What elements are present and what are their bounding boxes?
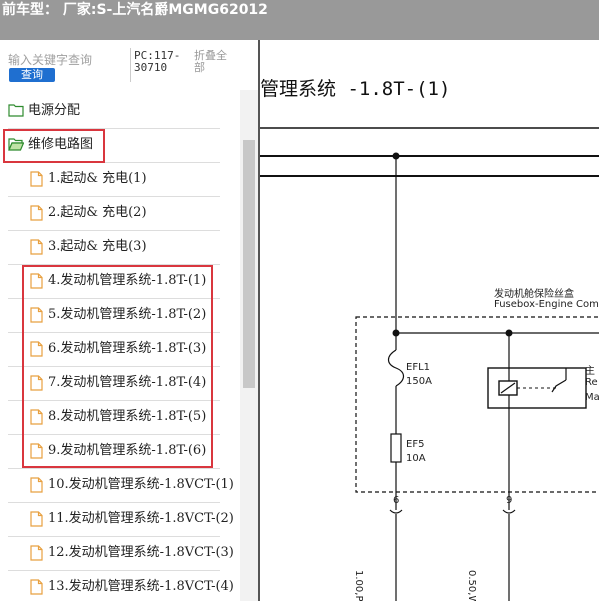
file-icon — [30, 443, 43, 463]
fusebox-title-cn: 发动机舱保险丝盒 — [494, 289, 574, 300]
file-icon — [30, 545, 43, 565]
scrollbar-thumb[interactable] — [243, 140, 255, 388]
tree-file-label: 6.发动机管理系统-1.8T-(3) — [48, 341, 207, 356]
tree-file-item[interactable]: 12.发动机管理系统-1.8VCT-(3) — [30, 536, 234, 570]
pin-left: 6 — [393, 495, 400, 506]
fuse-efl1-symbol — [387, 349, 405, 387]
tree-file-item[interactable]: 8.发动机管理系统-1.8T-(5) — [30, 400, 230, 434]
fusebox-title-en: Fusebox-Engine Com — [494, 299, 599, 310]
search-button[interactable]: 查询 — [9, 68, 55, 82]
circuit-diagram — [260, 127, 599, 601]
wire-right-label: 0.50,WK — [466, 570, 477, 601]
tree-folder-repair-circuit[interactable]: 维修电路图 — [8, 128, 220, 162]
connector-right — [502, 509, 516, 514]
collapse-all-button[interactable]: 折叠全部 — [194, 50, 234, 74]
tree-folder-power-distribution[interactable]: 电源分配 — [8, 94, 220, 128]
tree-file-item[interactable]: 4.发动机管理系统-1.8T-(1) — [30, 264, 230, 298]
file-icon — [30, 341, 43, 361]
tree-file-label: 9.发动机管理系统-1.8T-(6) — [48, 443, 207, 458]
fuse1-rating: 150A — [406, 376, 432, 387]
fusebox-outline — [355, 316, 599, 493]
wire-left-label: 1.00,PU/ — [353, 570, 364, 601]
file-icon — [30, 205, 43, 225]
file-icon — [30, 375, 43, 395]
tree-file-item[interactable]: 6.发动机管理系统-1.8T-(3) — [30, 332, 230, 366]
pin-right: 9 — [506, 495, 513, 506]
tree-file-label: 1.起动& 充电(1) — [48, 171, 147, 186]
file-icon — [30, 579, 43, 599]
tree-folder-label: 维修电路图 — [28, 137, 94, 152]
relay-label-2: Re — [585, 377, 598, 388]
file-icon — [30, 307, 43, 327]
tree-file-label: 8.发动机管理系统-1.8T-(5) — [48, 409, 207, 424]
tree-file-item[interactable]: 13.发动机管理系统-1.8VCT-(4) — [30, 570, 234, 601]
search-bar: 查询 PC:117-30710 折叠全部 — [0, 40, 258, 90]
diagram-panel: 管理系统 -1.8T-(1) 发动机舱保险丝盒 Fusebox-Engine C… — [260, 40, 599, 601]
tree-file-item[interactable]: 10.发动机管理系统-1.8VCT-(1) — [30, 468, 234, 502]
file-icon — [30, 409, 43, 429]
left-panel: 查询 PC:117-30710 折叠全部 电源分配 维修电路图 1.起动& 充电… — [0, 40, 258, 601]
tree-file-label: 7.发动机管理系统-1.8T-(4) — [48, 375, 207, 390]
tree-file-item[interactable]: 9.发动机管理系统-1.8T-(6) — [30, 434, 230, 468]
fuse2-name: EF5 — [406, 439, 425, 450]
fuse1-name: EFL1 — [406, 362, 431, 373]
file-icon — [30, 511, 43, 531]
tree-file-label: 5.发动机管理系统-1.8T-(2) — [48, 307, 207, 322]
folder-icon — [8, 103, 24, 121]
tree-file-item[interactable]: 1.起动& 充电(1) — [30, 162, 230, 196]
tree-file-item[interactable]: 2.起动& 充电(2) — [30, 196, 230, 230]
relay-switch — [551, 379, 567, 393]
file-icon — [30, 239, 43, 259]
search-input[interactable] — [8, 52, 126, 68]
tree-file-label: 12.发动机管理系统-1.8VCT-(3) — [48, 545, 234, 560]
tree-file-item[interactable]: 3.起动& 充电(3) — [30, 230, 230, 264]
fuse2-rating: 10A — [406, 453, 426, 464]
tree-file-label: 11.发动机管理系统-1.8VCT-(2) — [48, 511, 234, 526]
current-model-label: 前车型： — [2, 2, 58, 18]
tree-folder-label: 电源分配 — [28, 103, 81, 118]
tree-file-item[interactable]: 7.发动机管理系统-1.8T-(4) — [30, 366, 230, 400]
file-icon — [30, 477, 43, 497]
tree-file-item[interactable]: 11.发动机管理系统-1.8VCT-(2) — [30, 502, 234, 536]
tree-file-item[interactable]: 5.发动机管理系统-1.8T-(2) — [30, 298, 230, 332]
tree-file-label: 2.起动& 充电(2) — [48, 205, 147, 220]
fuse-ef5-symbol — [390, 433, 402, 463]
title-bar: 前车型： 厂家:S-上汽名爵MGMG62012 — [0, 0, 599, 40]
file-icon — [30, 171, 43, 191]
tree-file-label: 4.发动机管理系统-1.8T-(1) — [48, 273, 207, 288]
search-separator — [130, 48, 131, 82]
maker-model: 厂家:S-上汽名爵MGMG62012 — [62, 2, 268, 18]
file-icon — [30, 273, 43, 293]
relay-label-1: 主 — [585, 366, 595, 377]
connector-left — [389, 509, 403, 514]
pc-code: PC:117-30710 — [134, 49, 181, 74]
folder-open-icon — [8, 137, 25, 155]
tree-file-label: 13.发动机管理系统-1.8VCT-(4) — [48, 579, 234, 594]
relay-label-3: Ma — [585, 392, 599, 403]
tree-file-label: 10.发动机管理系统-1.8VCT-(1) — [48, 477, 234, 492]
tree-file-label: 3.起动& 充电(3) — [48, 239, 147, 254]
